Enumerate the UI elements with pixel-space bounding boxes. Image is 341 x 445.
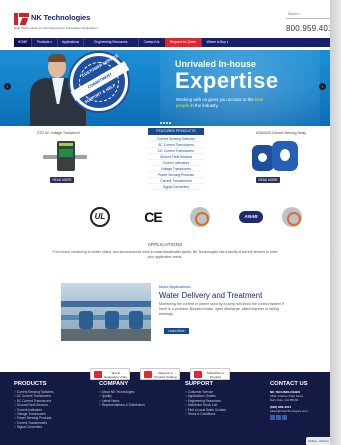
footer-link[interactable]: Terms & Conditions — [185, 412, 226, 416]
featured-products-title: FEATURED PRODUCTS — [148, 128, 204, 135]
brand-tagline: High Performance Current Sensing for Aut… — [14, 26, 98, 30]
ul-cert-icon: UL — [90, 207, 110, 227]
footer-support-column: SUPPORT Customer Service Applications Gu… — [185, 381, 226, 416]
nav-engineering-resources[interactable]: Engineering Resources — [83, 38, 138, 47]
featured-products-list: Current Sensing Switches AC Current Tran… — [148, 136, 204, 190]
quality-cert-icon — [190, 207, 210, 227]
mail-icon — [194, 371, 202, 378]
footer-contact-title: CONTACT US — [270, 381, 308, 387]
site-header: NK Technologies High Performance Current… — [0, 0, 330, 38]
read-more-right-button[interactable]: READ MORE — [256, 177, 280, 183]
nk-logo-icon[interactable] — [14, 13, 29, 25]
anab-cert-icon: ANAB — [239, 211, 263, 223]
learn-more-button[interactable]: Learn More — [164, 328, 189, 334]
banner-next-arrow-icon[interactable]: › — [319, 83, 326, 90]
page-shadow — [330, 0, 341, 445]
page: NK Technologies High Performance Current… — [0, 0, 330, 445]
footer-link[interactable]: Signal Converters — [14, 425, 53, 429]
banner-text: Working with us gives you access to the … — [176, 97, 264, 108]
footer-products-column: PRODUCTS Current Sensing Switches AC Cur… — [14, 381, 53, 430]
feature-app-label: Motor Applications - — [159, 285, 193, 289]
twitter-icon[interactable] — [276, 415, 281, 421]
nav-where-to-buy[interactable]: Where to Buy ▾ — [201, 38, 233, 47]
cta-subscribe-updates[interactable]: Subscribe to Product Updates — [190, 368, 230, 383]
contact-email[interactable]: sales@nktechnologies.com — [270, 409, 308, 413]
customer-service-seal: CUSTOMER SERVICE COMMITMENT SUPPORT & HE… — [70, 53, 130, 111]
hero-banner: CUSTOMER SERVICE COMMITMENT SUPPORT & HE… — [0, 50, 330, 126]
main-nav: HOME Products ▾ Applications Engineering… — [14, 38, 330, 47]
banner-prev-arrow-icon[interactable]: ‹ — [4, 83, 11, 90]
chat-widget[interactable]: Online - Chat w — [306, 437, 330, 445]
applications-text: From motor monitoring to heater status, … — [52, 250, 278, 259]
current-sensing-relay-image[interactable] — [250, 139, 306, 173]
catalog-icon — [144, 371, 152, 378]
nav-request-quote[interactable]: Request for Quote — [165, 38, 201, 47]
facebook-icon[interactable] — [282, 415, 287, 421]
evaluation-icon — [94, 371, 102, 378]
ce-cert-icon: CE — [144, 209, 162, 225]
footer-company-title: COMPANY — [99, 381, 129, 387]
cta-request-catalog[interactable]: Request a Product Catalog — [140, 368, 180, 380]
read-more-left-button[interactable]: READ MORE — [50, 177, 74, 183]
footer-support-title: SUPPORT — [185, 381, 214, 387]
linkedin-icon[interactable] — [270, 415, 275, 421]
search-input[interactable]: Search... — [286, 12, 330, 19]
feature-app-heading: Water Delivery and Treatment — [159, 291, 263, 300]
applications-title: APPLICATIONS — [147, 243, 183, 248]
product-right-title[interactable]: ASM/ASS Current Sensing Relay — [256, 131, 306, 135]
footer-products-title: PRODUCTS — [14, 381, 47, 387]
social-icons — [270, 415, 308, 421]
cta-test-evaluation[interactable]: Test & Evaluation Units for OEMs — [90, 368, 130, 383]
nav-products[interactable]: Products ▾ — [31, 38, 57, 47]
nav-contact-us[interactable]: Contact Us — [138, 38, 164, 47]
phone-number: 800.959.4014 — [286, 24, 330, 33]
banner-heading: Expertise — [175, 68, 279, 93]
brand-name[interactable]: NK Technologies — [31, 13, 90, 22]
banner-pagination-dots[interactable] — [160, 120, 172, 125]
footer-company-column: COMPANY About NK Technologies Quality La… — [99, 381, 145, 408]
contact-address-line: San Jose, CA 95136 — [270, 398, 299, 403]
featured-item[interactable]: Signal Converters — [148, 184, 204, 190]
featured-products-panel: FEATURED PRODUCTS Current Sensing Switch… — [148, 128, 204, 200]
nav-applications[interactable]: Applications — [57, 38, 83, 47]
quality-cert-icon-2 — [282, 207, 302, 227]
nav-home[interactable]: HOME — [14, 38, 31, 47]
footer-contact-column: CONTACT US NK TECHNOLOGIES 3511 Charter … — [270, 381, 308, 421]
certifications-row: UL CE ANAB — [0, 203, 330, 231]
footer-link[interactable]: Representatives & Distributors — [99, 403, 145, 407]
feature-app-text: Monitoring the current or power used by … — [159, 302, 284, 316]
product-left-title[interactable]: DTD DC Voltage Transducer — [37, 131, 80, 135]
footer-link[interactable]: Ground Fault Sensors — [14, 403, 53, 407]
water-treatment-photo[interactable] — [61, 283, 151, 341]
dtd-transducer-image[interactable] — [43, 141, 87, 171]
